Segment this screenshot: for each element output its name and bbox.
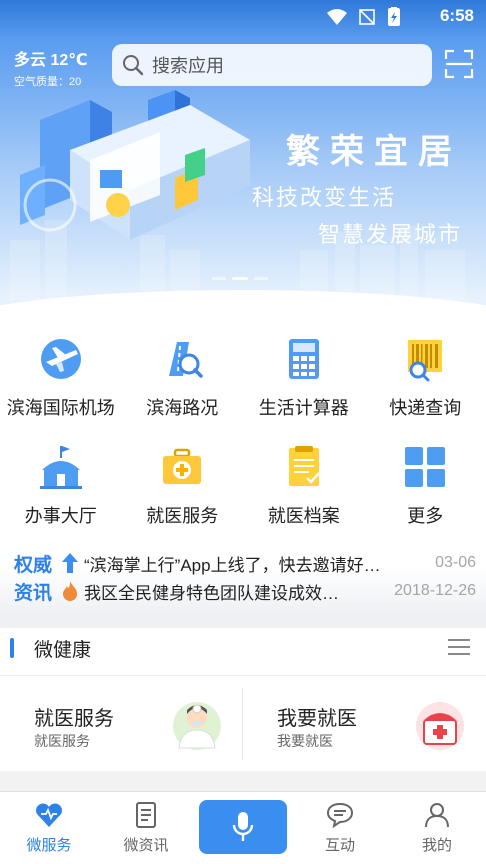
service-cards: 就医服务 就医服务 我要就医 我要就医 [0,675,486,771]
news-item[interactable]: “滨海掌上行”App上线了，快去邀请好… 03-06 [62,550,476,576]
arrow-up-icon [62,553,78,573]
app-label: 更多 [407,506,444,526]
scan-icon[interactable] [444,49,474,79]
pager-dot[interactable] [254,277,268,280]
card-title: 我要就医 [277,708,357,730]
chat-icon [326,802,354,828]
app-calculator[interactable]: 生活计算器 [243,330,365,438]
status-icons [327,7,400,26]
medical-record-icon [288,446,320,486]
weather-summary: 多云 12℃ [14,52,88,69]
document-icon [136,802,156,828]
weather-widget[interactable]: 多云 12℃ 空气质量：20 [14,46,88,89]
app-grid: 滨海国际机场 滨海路况 生活计算器 快递查询 办事大厅 就医服务 就医档案 更多 [0,330,486,546]
fire-icon [63,581,77,601]
app-label: 滨海国际机场 [6,398,115,418]
app-label: 办事大厅 [24,506,97,526]
medical-box-icon [416,702,464,750]
card-medical-service[interactable]: 就医服务 就医服务 [0,676,243,772]
calculator-icon [288,339,319,379]
card-see-doctor[interactable]: 我要就医 我要就医 [243,676,486,772]
status-bar: 6:58 [0,0,486,34]
battery-icon [388,7,400,26]
card-title: 就医服务 [34,708,114,730]
tab-micro-service[interactable]: 微服务 [9,802,89,855]
tab-news[interactable]: 微资讯 [106,802,186,855]
tab-mine[interactable]: 我的 [397,802,477,855]
barcode-icon [408,340,443,382]
news-title: “滨海掌上行”App上线了，快去邀请好… [84,555,381,575]
app-label: 快递查询 [389,398,462,418]
search-icon [123,55,144,76]
pager-dot[interactable] [212,277,226,280]
wifi-icon [327,9,347,25]
medical-kit-icon [163,448,202,484]
card-subtitle: 就医服务 [34,733,90,749]
road-icon [169,342,203,378]
news-title: 我区全民健身特色团队建设成效… [84,583,339,603]
tab-label: 我的 [421,837,452,854]
hero-banner[interactable]: 6:58 多云 12℃ 空气质量：20 搜索应用 繁荣宜居 科技改变生活 智慧发… [0,0,486,330]
search-input[interactable]: 搜索应用 [152,52,224,78]
app-medical-service[interactable]: 就医服务 [122,438,244,546]
tab-label: 微资讯 [123,837,169,854]
banner-subtitle-1: 科技改变生活 [252,185,397,210]
app-label: 就医档案 [267,506,340,526]
banner-subtitle-2: 智慧发展城市 [318,222,463,247]
news-date: 2018-12-26 [394,582,476,599]
section-header: 微健康 [0,628,486,674]
status-time: 6:58 [439,6,474,25]
section-accent-bar [10,638,14,658]
no-signal-icon [359,9,375,25]
person-icon [425,803,449,828]
microphone-icon [232,812,254,841]
news-tag-line-2: 资讯 [14,583,53,604]
hero-curve [0,290,486,330]
airplane-icon [40,339,81,379]
more-grid-icon [405,447,446,487]
app-airport[interactable]: 滨海国际机场 [0,330,122,438]
air-quality: 空气质量：20 [14,76,82,88]
news-tag-line-1: 权威 [14,555,53,576]
app-more[interactable]: 更多 [365,438,486,546]
news-date: 03-06 [435,554,476,571]
pager-dot-active[interactable] [232,277,248,280]
section-divider [0,620,486,628]
app-label: 就医服务 [146,506,219,526]
app-express[interactable]: 快递查询 [365,330,486,438]
doctor-icon [173,702,221,750]
app-medical-record[interactable]: 就医档案 [243,438,365,546]
banner-title: 繁荣宜居 [286,133,462,171]
section-title: 微健康 [34,640,92,661]
hall-icon [39,446,82,489]
card-subtitle: 我要就医 [277,733,333,749]
app-label: 滨海路况 [146,398,219,418]
bottom-nav: 微服务 微资讯 互动 我的 [0,791,486,864]
banner-pager[interactable] [212,277,268,280]
news-ticker: 权威 资讯 “滨海掌上行”App上线了，快去邀请好… 03-06 我区全民健身特… [0,546,486,620]
voice-button[interactable] [199,800,287,854]
tab-interaction[interactable]: 互动 [300,802,380,855]
menu-icon[interactable] [448,638,470,656]
tab-label: 互动 [324,837,355,854]
news-item[interactable]: 我区全民健身特色团队建设成效… 2018-12-26 [62,578,476,604]
app-service-hall[interactable]: 办事大厅 [0,438,122,546]
section-gap [0,771,486,791]
search-bar[interactable]: 搜索应用 [112,44,432,86]
app-label: 生活计算器 [258,398,349,418]
tab-label: 微服务 [26,837,72,854]
heart-icon [36,803,62,827]
app-traffic[interactable]: 滨海路况 [122,330,244,438]
